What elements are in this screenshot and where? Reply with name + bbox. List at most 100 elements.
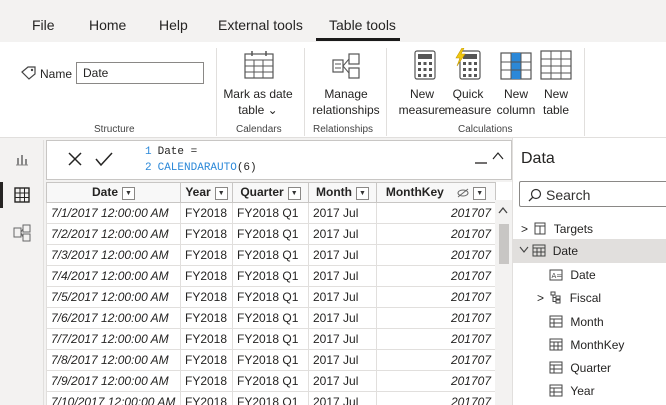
cell-year[interactable]: FY2018 (180, 307, 233, 329)
cell-monthkey[interactable]: 201707 (376, 391, 496, 405)
formula-line-1: 1 Date = (145, 146, 197, 158)
cell-month[interactable]: 2017 Jul (308, 265, 377, 287)
cell-monthkey[interactable]: 201707 (376, 202, 496, 224)
table-row: 7/8/2017 12:00:00 AM FY2018 FY2018 Q1 2017 … (46, 349, 496, 371)
cell-monthkey[interactable]: 201707 (376, 349, 496, 371)
cell-year[interactable]: FY2018 (180, 202, 233, 224)
commit-formula-icon[interactable] (95, 151, 113, 167)
column-header-label: Date (91, 185, 118, 200)
data-search-input[interactable]: Search (519, 181, 666, 207)
group-relationships-label: Relationships (313, 124, 374, 135)
cell-quarter[interactable]: FY2018 Q1 (232, 244, 309, 266)
cell-quarter[interactable]: FY2018 Q1 (232, 202, 309, 224)
cell-monthkey[interactable]: 201707 (376, 286, 496, 308)
column-header-label: Month (316, 185, 352, 200)
mark-as-date-table-label-2: table ⌄ (238, 103, 278, 117)
cell-month[interactable]: 2017 Jul (308, 391, 377, 405)
tree-field-year[interactable]: Year (549, 384, 595, 398)
tree-field-date[interactable]: A= Date (549, 268, 596, 282)
filter-dropdown-icon[interactable]: ▼ (473, 186, 487, 200)
formula-bar[interactable]: 1 Date = 2 CALENDARAUTO(6) (46, 140, 512, 180)
column-header-date[interactable]: Date ▼ (46, 182, 181, 203)
scroll-up-icon[interactable] (498, 206, 508, 214)
menu-help[interactable]: Help (159, 17, 188, 33)
cell-quarter[interactable]: FY2018 Q1 (232, 265, 309, 287)
tree-item-label: Year (570, 384, 595, 398)
report-view-icon[interactable] (14, 152, 30, 166)
cell-month[interactable]: 2017 Jul (308, 286, 377, 308)
tree-field-month[interactable]: Month (549, 315, 604, 329)
filter-dropdown-icon[interactable]: ▼ (287, 186, 301, 200)
tree-field-quarter[interactable]: Quarter (549, 361, 611, 375)
cell-month[interactable]: 2017 Jul (308, 328, 377, 350)
model-view-icon[interactable] (13, 224, 31, 242)
cell-quarter[interactable]: FY2018 Q1 (232, 223, 309, 245)
calculated-column-icon (549, 361, 563, 374)
filter-dropdown-icon[interactable]: ▼ (355, 186, 369, 200)
data-pane: Data Search > Targets Date A= Date > Fis… (512, 138, 666, 405)
cell-year[interactable]: FY2018 (180, 370, 233, 392)
cell-year[interactable]: FY2018 (180, 328, 233, 350)
cell-year[interactable]: FY2018 (180, 244, 233, 266)
cell-monthkey[interactable]: 201707 (376, 307, 496, 329)
filter-dropdown-icon[interactable]: ▼ (214, 186, 228, 200)
cell-month[interactable]: 2017 Jul (308, 349, 377, 371)
new-table-label-1: New (543, 87, 568, 101)
column-header-quarter[interactable]: Quarter ▼ (232, 182, 309, 203)
scroll-thumb[interactable] (499, 224, 509, 264)
cell-month[interactable]: 2017 Jul (308, 202, 377, 224)
menu-home[interactable]: Home (89, 17, 126, 33)
cell-year[interactable]: FY2018 (180, 265, 233, 287)
cell-date[interactable]: 7/7/2017 12:00:00 AM (46, 328, 181, 350)
cell-year[interactable]: FY2018 (180, 286, 233, 308)
cell-quarter[interactable]: FY2018 Q1 (232, 328, 309, 350)
cell-month[interactable]: 2017 Jul (308, 307, 377, 329)
cell-year[interactable]: FY2018 (180, 349, 233, 371)
tree-field-monthkey[interactable]: MonthKey (549, 338, 624, 352)
cell-monthkey[interactable]: 201707 (376, 328, 496, 350)
hierarchy-icon (550, 291, 561, 304)
cell-date[interactable]: 7/1/2017 12:00:00 AM (46, 202, 181, 224)
cell-date[interactable]: 7/8/2017 12:00:00 AM (46, 349, 181, 371)
cell-date[interactable]: 7/9/2017 12:00:00 AM (46, 370, 181, 392)
cell-date[interactable]: 7/4/2017 12:00:00 AM (46, 265, 181, 287)
menu-external-tools[interactable]: External tools (218, 17, 303, 33)
table-view-icon[interactable] (14, 187, 30, 203)
column-header-month[interactable]: Month ▼ (308, 182, 377, 203)
chevron-up-icon[interactable] (491, 149, 505, 163)
cell-monthkey[interactable]: 201707 (376, 265, 496, 287)
cell-monthkey[interactable]: 201707 (376, 370, 496, 392)
cell-month[interactable]: 2017 Jul (308, 223, 377, 245)
cell-monthkey[interactable]: 201707 (376, 244, 496, 266)
cell-year[interactable]: FY2018 (180, 391, 233, 405)
collapse-dash-icon[interactable] (474, 153, 488, 167)
new-measure-label-1: New (409, 87, 434, 101)
cell-quarter[interactable]: FY2018 Q1 (232, 391, 309, 405)
tree-item-date-table[interactable]: Date (519, 244, 578, 258)
cell-monthkey[interactable]: 201707 (376, 223, 496, 245)
tree-item-targets[interactable]: > Targets (521, 222, 593, 236)
column-header-monthkey[interactable]: MonthKey ▼ (376, 182, 496, 203)
menu-file[interactable]: File (32, 17, 55, 33)
cell-year[interactable]: FY2018 (180, 223, 233, 245)
filter-dropdown-icon[interactable]: ▼ (122, 186, 135, 200)
tree-item-fiscal-hierarchy[interactable]: > Fiscal (537, 291, 601, 305)
cell-date[interactable]: 7/3/2017 12:00:00 AM (46, 244, 181, 266)
cell-date[interactable]: 7/2/2017 12:00:00 AM (46, 223, 181, 245)
cell-date[interactable]: 7/10/2017 12:00:00 AM (46, 391, 181, 405)
cell-month[interactable]: 2017 Jul (308, 244, 377, 266)
table-icon (534, 222, 546, 235)
cell-date[interactable]: 7/6/2017 12:00:00 AM (46, 307, 181, 329)
vertical-scrollbar[interactable] (495, 200, 512, 405)
cell-quarter[interactable]: FY2018 Q1 (232, 370, 309, 392)
menu-table-tools[interactable]: Table tools (329, 17, 396, 33)
cell-quarter[interactable]: FY2018 Q1 (232, 349, 309, 371)
cancel-formula-icon[interactable] (67, 151, 83, 167)
table-body: 7/1/2017 12:00:00 AM FY2018 FY2018 Q1 2017 … (46, 202, 496, 405)
cell-quarter[interactable]: FY2018 Q1 (232, 286, 309, 308)
cell-quarter[interactable]: FY2018 Q1 (232, 307, 309, 329)
column-header-year[interactable]: Year ▼ (180, 182, 233, 203)
cell-month[interactable]: 2017 Jul (308, 370, 377, 392)
cell-date[interactable]: 7/5/2017 12:00:00 AM (46, 286, 181, 308)
table-name-input[interactable]: Date (76, 62, 204, 84)
